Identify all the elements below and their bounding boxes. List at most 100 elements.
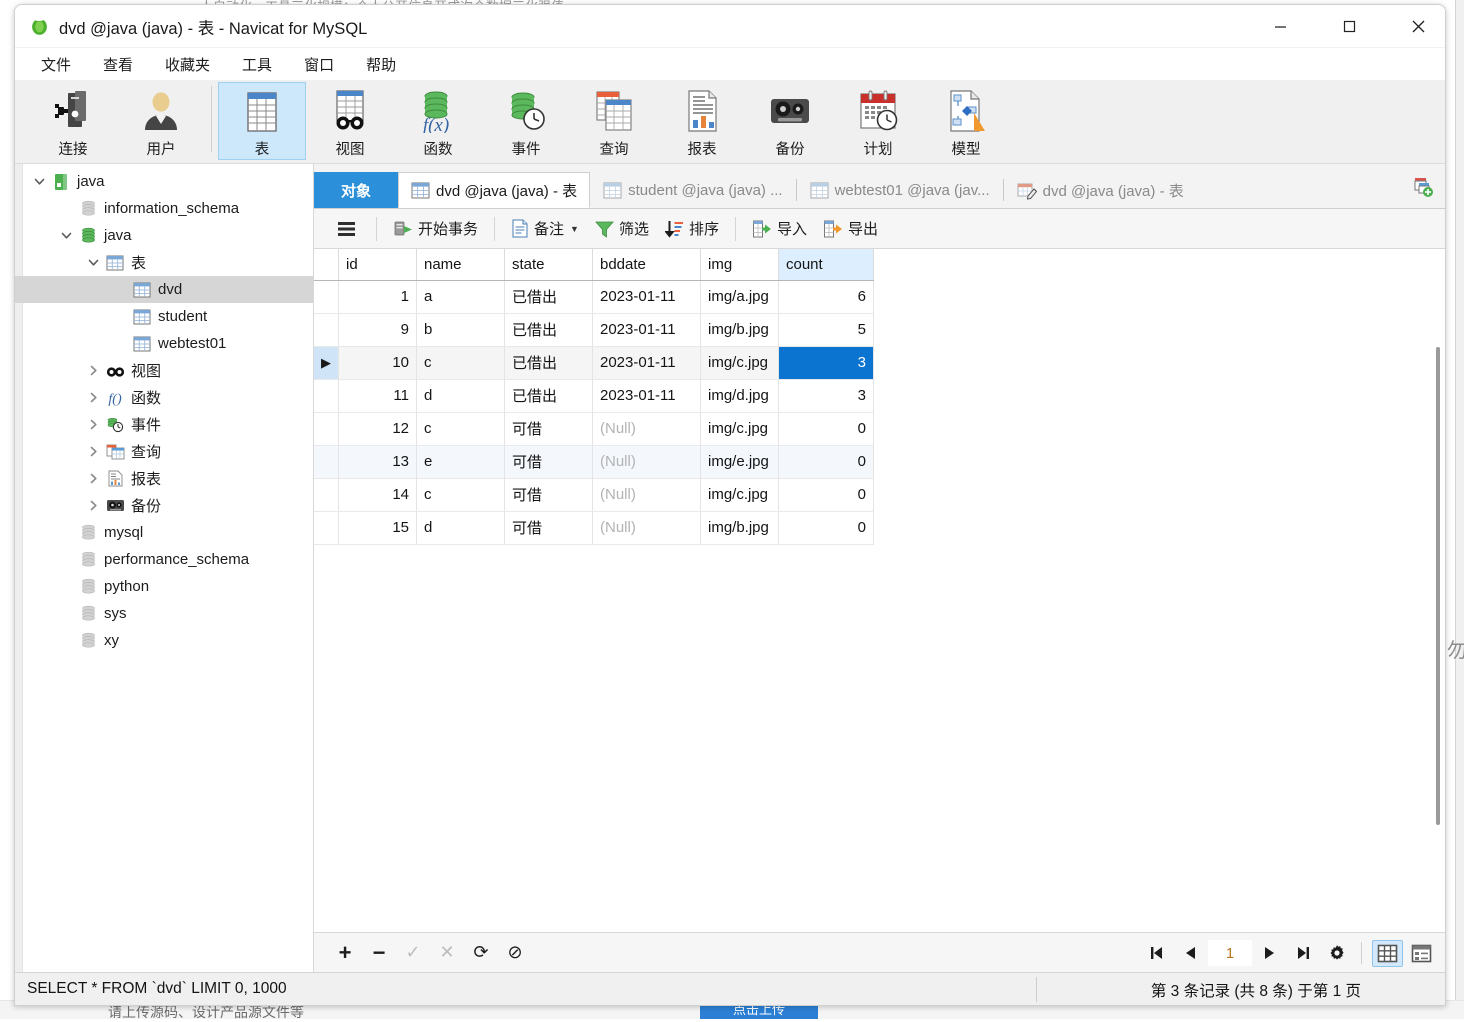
- grid-cell-bddate[interactable]: 2023-01-11: [593, 313, 701, 346]
- tree-item-[interactable]: 视图: [15, 357, 313, 384]
- tree-item-webtest01[interactable]: webtest01: [15, 330, 313, 357]
- grid-settings-button[interactable]: [1320, 938, 1354, 968]
- grid-cell-id[interactable]: 14: [339, 478, 417, 511]
- grid-toolbar-filter[interactable]: 筛选: [587, 215, 657, 243]
- tree-item-dvd[interactable]: dvd: [15, 276, 313, 303]
- grid-cell-bddate[interactable]: 2023-01-11: [593, 379, 701, 412]
- tab-3[interactable]: webtest01 @java (jav...: [797, 172, 1003, 208]
- grid-cell-bddate[interactable]: (Null): [593, 511, 701, 544]
- grid-cell-name[interactable]: b: [417, 313, 505, 346]
- tree-item-information_schema[interactable]: information_schema: [15, 195, 313, 222]
- row-marker[interactable]: [314, 445, 339, 478]
- table-row[interactable]: 1a已借出2023-01-11img/a.jpg6: [314, 280, 874, 313]
- grid-cell-id[interactable]: 10: [339, 346, 417, 379]
- grid-cell-state[interactable]: 已借出: [505, 346, 593, 379]
- menu-favorites[interactable]: 收藏夹: [149, 51, 226, 78]
- grid-cell-count[interactable]: 5: [779, 313, 874, 346]
- table-row[interactable]: 15d可借(Null)img/b.jpg0: [314, 511, 874, 544]
- hamburger-icon[interactable]: [326, 215, 368, 243]
- grid-cell-name[interactable]: c: [417, 478, 505, 511]
- menu-file[interactable]: 文件: [25, 51, 87, 78]
- row-marker[interactable]: [314, 313, 339, 346]
- grid-cell-count[interactable]: 3: [779, 379, 874, 412]
- row-marker[interactable]: [314, 379, 339, 412]
- grid-cell-img[interactable]: img/e.jpg: [701, 445, 779, 478]
- last-page-button[interactable]: [1286, 938, 1320, 968]
- grid-cell-img[interactable]: img/b.jpg: [701, 511, 779, 544]
- grid-cell-bddate[interactable]: (Null): [593, 478, 701, 511]
- grid-toolbar-note[interactable]: 备注▼: [503, 215, 587, 243]
- next-page-button[interactable]: [1252, 938, 1286, 968]
- grid-cell-img[interactable]: img/c.jpg: [701, 478, 779, 511]
- grid-view-toggle[interactable]: [1372, 940, 1403, 967]
- row-marker[interactable]: [314, 478, 339, 511]
- tree-item-[interactable]: 事件: [15, 411, 313, 438]
- toolbar-button-user[interactable]: 用户: [117, 82, 205, 160]
- toolbar-button-model[interactable]: 模型: [922, 82, 1010, 160]
- menu-help[interactable]: 帮助: [350, 51, 412, 78]
- grid-cell-count[interactable]: 6: [779, 280, 874, 313]
- table-row[interactable]: 12c可借(Null)img/c.jpg0: [314, 412, 874, 445]
- tab-2[interactable]: student @java (java) ...: [590, 172, 795, 208]
- grid-column-header-img[interactable]: img: [701, 249, 779, 280]
- maximize-icon[interactable]: [1326, 5, 1372, 47]
- add-record-button[interactable]: +: [328, 938, 362, 968]
- chevron-right-icon[interactable]: [83, 364, 103, 377]
- row-marker[interactable]: [314, 412, 339, 445]
- grid-cell-img[interactable]: img/c.jpg: [701, 412, 779, 445]
- chevron-right-icon[interactable]: [83, 472, 103, 485]
- menu-tools[interactable]: 工具: [226, 51, 288, 78]
- chevron-right-icon[interactable]: [83, 391, 103, 404]
- tree-item-performance_schema[interactable]: performance_schema: [15, 546, 313, 573]
- grid-cell-name[interactable]: c: [417, 346, 505, 379]
- row-marker[interactable]: [314, 511, 339, 544]
- table-row[interactable]: 13e可借(Null)img/e.jpg0: [314, 445, 874, 478]
- grid-cell-bddate[interactable]: 2023-01-11: [593, 280, 701, 313]
- grid-cell-name[interactable]: e: [417, 445, 505, 478]
- close-icon[interactable]: [1395, 5, 1441, 47]
- grid-cell-img[interactable]: img/d.jpg: [701, 379, 779, 412]
- tree-item-java[interactable]: java: [15, 168, 313, 195]
- prev-page-button[interactable]: [1174, 938, 1208, 968]
- grid-column-header-id[interactable]: id: [339, 249, 417, 280]
- tree-item-[interactable]: 报表: [15, 465, 313, 492]
- tree-item-[interactable]: 查询: [15, 438, 313, 465]
- grid-cell-state[interactable]: 可借: [505, 511, 593, 544]
- grid-cell-id[interactable]: 13: [339, 445, 417, 478]
- tree-item-[interactable]: 备份: [15, 492, 313, 519]
- grid-column-header-bddate[interactable]: bddate: [593, 249, 701, 280]
- table-row[interactable]: 11d已借出2023-01-11img/d.jpg3: [314, 379, 874, 412]
- scrollbar-thumb[interactable]: [1436, 347, 1440, 825]
- new-tab-icon[interactable]: [1407, 172, 1439, 202]
- grid-column-header-name[interactable]: name: [417, 249, 505, 280]
- chevron-down-icon[interactable]: [56, 229, 76, 242]
- object-tree-sidebar[interactable]: java information_schema java: [15, 164, 314, 972]
- data-grid-area[interactable]: idnamestatebddateimgcount 1a已借出2023-01-1…: [314, 249, 1445, 932]
- toolbar-button-view[interactable]: 视图: [306, 82, 394, 160]
- grid-column-header-count[interactable]: count: [779, 249, 874, 280]
- grid-cell-img[interactable]: img/c.jpg: [701, 346, 779, 379]
- grid-cell-img[interactable]: img/a.jpg: [701, 280, 779, 313]
- chevron-right-icon[interactable]: [83, 418, 103, 431]
- grid-cell-id[interactable]: 11: [339, 379, 417, 412]
- tree-item-java[interactable]: java: [15, 222, 313, 249]
- chevron-down-icon[interactable]: ▼: [570, 224, 579, 234]
- grid-vertical-scrollbar[interactable]: [1432, 249, 1445, 932]
- chevron-right-icon[interactable]: [83, 499, 103, 512]
- grid-cell-state[interactable]: 可借: [505, 478, 593, 511]
- grid-cell-count[interactable]: 3: [779, 346, 874, 379]
- grid-cell-bddate[interactable]: (Null): [593, 412, 701, 445]
- tree-item-student[interactable]: student: [15, 303, 313, 330]
- delete-record-button[interactable]: −: [362, 938, 396, 968]
- tree-item-xy[interactable]: xy: [15, 627, 313, 654]
- toolbar-button-table[interactable]: 表: [218, 82, 306, 160]
- tab-objects[interactable]: 对象: [314, 172, 398, 208]
- tree-item-sys[interactable]: sys: [15, 600, 313, 627]
- menu-window[interactable]: 窗口: [288, 51, 350, 78]
- grid-cell-state[interactable]: 已借出: [505, 280, 593, 313]
- grid-cell-id[interactable]: 12: [339, 412, 417, 445]
- toolbar-button-query[interactable]: 查询: [570, 82, 658, 160]
- table-row[interactable]: ▶10c已借出2023-01-11img/c.jpg3: [314, 346, 874, 379]
- chevron-right-icon[interactable]: [83, 445, 103, 458]
- grid-cell-name[interactable]: c: [417, 412, 505, 445]
